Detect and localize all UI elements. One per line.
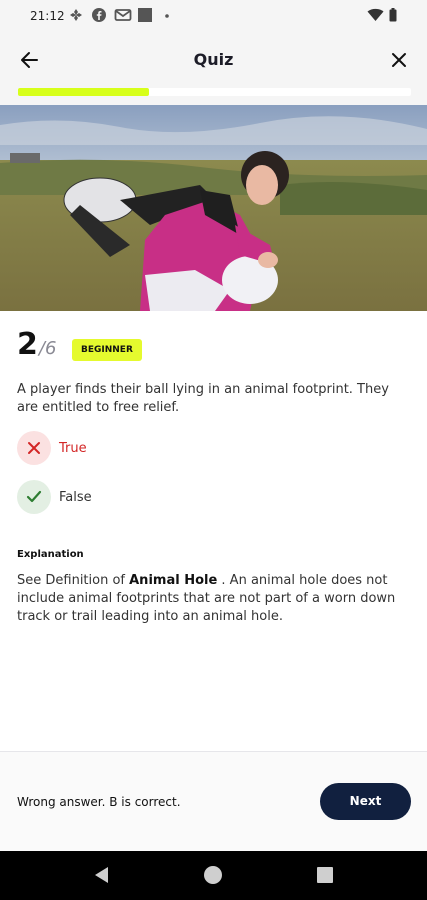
status-time: 21:12 <box>30 9 65 23</box>
wrong-answer-indicator <box>17 431 51 465</box>
question-number: 2 <box>17 327 38 362</box>
x-icon <box>28 442 40 454</box>
wifi-icon <box>367 8 384 21</box>
nav-recents-icon[interactable] <box>315 865 335 885</box>
question-text: A player finds their ball lying in an an… <box>17 382 389 415</box>
next-button[interactable]: Next <box>320 783 411 820</box>
system-nav-bar <box>0 851 427 900</box>
top-app-bar: Quiz <box>0 32 427 88</box>
game-controller-icon <box>70 9 82 21</box>
quiz-progress-bar <box>0 88 427 105</box>
question-counter: 2 /6 <box>17 330 56 360</box>
nav-back-icon[interactable] <box>92 865 112 885</box>
question-total: /6 <box>38 338 57 359</box>
result-message: Wrong answer. B is correct. <box>17 795 181 809</box>
explanation-prefix: See Definition of <box>17 573 130 588</box>
close-icon[interactable] <box>387 48 411 72</box>
correct-answer-indicator <box>17 480 51 514</box>
explanation-heading: Explanation <box>17 549 84 560</box>
golfer-photo <box>0 105 427 311</box>
question-image <box>0 105 427 311</box>
level-badge: BEGINNER <box>72 339 142 361</box>
page-title: Quiz <box>193 50 234 69</box>
dot-icon <box>165 14 169 18</box>
image-icon <box>138 8 152 22</box>
answer-option-false[interactable]: False <box>17 480 92 514</box>
progress-fill <box>18 88 149 96</box>
answer-footer: Wrong answer. B is correct. Next <box>0 752 427 851</box>
status-bar: 21:12 <box>0 0 427 32</box>
explanation-text: See Definition of Animal Hole . An anima… <box>17 572 412 626</box>
check-icon <box>26 490 42 503</box>
nav-home-icon[interactable] <box>203 865 223 885</box>
mail-icon <box>114 9 132 21</box>
option-label: False <box>59 489 92 505</box>
battery-icon <box>389 8 397 22</box>
facebook-icon <box>92 8 106 22</box>
definition-link[interactable]: Animal Hole <box>129 573 217 588</box>
answer-option-true[interactable]: True <box>17 431 87 465</box>
option-label: True <box>59 440 87 456</box>
